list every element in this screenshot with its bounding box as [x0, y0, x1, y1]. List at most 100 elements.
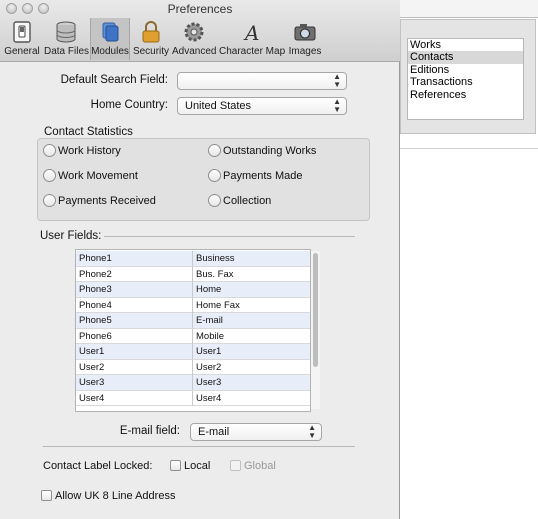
window-title: Preferences — [167, 2, 233, 16]
local-checkbox[interactable]: Local — [170, 460, 210, 472]
lock-icon — [142, 21, 160, 43]
module-list-item[interactable]: Works — [408, 39, 523, 51]
radio-outstanding-works[interactable]: Outstanding Works — [208, 144, 316, 157]
table-cell[interactable]: User3 — [196, 375, 221, 390]
title-bar: Preferences General Data Files Modules S… — [0, 0, 400, 62]
table-cell: User3 — [79, 377, 105, 388]
radio-label: Collection — [223, 195, 272, 207]
table-cell[interactable]: E-mail — [196, 313, 223, 328]
stepper-arrows-icon: ▲ ▼ — [333, 72, 341, 89]
toolbar-security-button[interactable]: Security — [132, 18, 170, 60]
toolbar-label: Advanced — [172, 46, 217, 57]
table-scrollbar[interactable] — [311, 251, 320, 409]
table-row[interactable]: Phone5 E-mail — [76, 313, 310, 329]
radio-circle — [43, 194, 56, 207]
toolbar-modules-button[interactable]: Modules — [90, 18, 130, 60]
radio-label: Work History — [58, 145, 121, 157]
module-list-item-selected[interactable]: Contacts — [408, 51, 523, 64]
table-cell[interactable]: Business — [196, 251, 235, 266]
table-row[interactable]: Phone3 Home — [76, 282, 310, 298]
home-country-select[interactable]: United States ▲ ▼ — [177, 97, 347, 115]
table-cell: Phone3 — [79, 284, 112, 295]
table-cell[interactable]: Bus. Fax — [196, 267, 234, 282]
table-row[interactable]: Phone2 Bus. Fax — [76, 266, 310, 282]
table-cell: Phone6 — [79, 330, 112, 342]
home-country-label: Home Country: — [90, 99, 168, 111]
scrollbar-thumb[interactable] — [313, 253, 318, 367]
table-cell[interactable]: User2 — [196, 360, 221, 375]
background-window: Works Contacts Editions Transactions Ref… — [400, 0, 538, 519]
table-row[interactable]: User2 User2 — [76, 359, 310, 375]
toolbar-label: Images — [288, 46, 322, 57]
email-field-label: E-mail field: — [119, 425, 180, 437]
radio-circle — [43, 144, 56, 157]
checkbox-box — [170, 460, 181, 471]
table-row[interactable]: User1 User1 — [76, 344, 310, 360]
radio-payments-made[interactable]: Payments Made — [208, 169, 302, 182]
uk-address-checkbox[interactable]: Allow UK 8 Line Address — [41, 490, 175, 502]
camera-icon — [294, 24, 316, 41]
table-cell: Phone1 — [79, 253, 112, 264]
radio-circle — [43, 169, 56, 182]
gear-icon — [184, 22, 204, 42]
toolbar-general-button[interactable]: General — [3, 18, 41, 60]
background-window-titlebar — [400, 0, 538, 18]
svg-text:A: A — [243, 21, 259, 44]
radio-label: Payments Received — [58, 195, 156, 207]
checkbox-label: Local — [184, 460, 211, 472]
toolbar-advanced-button[interactable]: Advanced — [172, 18, 216, 60]
table-cell[interactable]: Mobile — [196, 329, 224, 344]
radio-label: Outstanding Works — [223, 145, 317, 157]
contact-label-locked-label: Contact Label Locked: — [43, 460, 152, 472]
table-cell[interactable]: User4 — [196, 391, 221, 406]
toolbar-images-button[interactable]: Images — [287, 18, 323, 60]
checkbox-box — [41, 490, 52, 501]
toolbar-character-map-button[interactable]: A Character Map — [219, 18, 285, 60]
module-list-item[interactable]: References — [408, 89, 523, 101]
radio-circle — [208, 144, 221, 157]
user-fields-table[interactable]: Phone1 Business Phone2 Bus. Fax Phone3 Home… — [75, 249, 311, 412]
radio-circle — [208, 169, 221, 182]
module-list-item[interactable]: Editions — [408, 64, 523, 76]
table-cell: Phone5 — [79, 315, 112, 326]
switch-icon — [13, 21, 31, 43]
table-cell[interactable]: Home — [196, 282, 221, 297]
background-window-panel: Works Contacts Editions Transactions Ref… — [400, 19, 536, 134]
radio-payments-received[interactable]: Payments Received — [43, 194, 156, 207]
modules-icon — [102, 22, 119, 42]
radio-work-movement[interactable]: Work Movement — [43, 169, 138, 182]
database-icon — [56, 21, 76, 43]
radio-circle — [208, 194, 221, 207]
table-row[interactable]: Phone6 Mobile — [76, 328, 310, 344]
contact-statistics-title: Contact Statistics — [44, 126, 133, 138]
character-map-icon: A — [243, 21, 259, 44]
toolbar-data-files-button[interactable]: Data Files — [44, 18, 90, 60]
table-row[interactable]: User4 User4 — [76, 390, 310, 406]
checkbox-label: Allow UK 8 Line Address — [55, 490, 176, 502]
module-list[interactable]: Works Contacts Editions Transactions Ref… — [407, 38, 524, 120]
module-list-item[interactable]: Transactions — [408, 76, 523, 88]
table-cell: User2 — [79, 361, 105, 373]
table-cell: Phone4 — [79, 299, 112, 311]
table-row[interactable]: Phone4 Home Fax — [76, 297, 310, 313]
default-search-label: Default Search Field: — [60, 74, 168, 86]
email-field-select[interactable]: E-mail ▲ ▼ — [190, 423, 322, 441]
background-divider — [400, 148, 538, 149]
radio-label: Payments Made — [223, 170, 303, 182]
checkbox-label: Global — [244, 460, 276, 472]
toolbar-label: General — [4, 46, 40, 57]
table-row[interactable]: User3 User3 — [76, 375, 310, 391]
table-cell: User4 — [79, 392, 105, 404]
table-row[interactable]: Phone1 Business — [76, 251, 310, 267]
table-cell[interactable]: User1 — [196, 344, 221, 359]
default-search-select[interactable]: ▲ ▼ — [177, 72, 347, 90]
home-country-value: United States — [185, 100, 252, 112]
checkbox-box — [230, 460, 241, 471]
toolbar-label: Modules — [91, 46, 129, 57]
table-cell[interactable]: Home Fax — [196, 298, 240, 313]
user-fields-divider — [104, 236, 355, 237]
toolbar-label: Data Files — [44, 46, 90, 57]
radio-collection[interactable]: Collection — [208, 194, 271, 207]
toolbar-label: Security — [132, 46, 170, 57]
radio-work-history[interactable]: Work History — [43, 144, 121, 157]
